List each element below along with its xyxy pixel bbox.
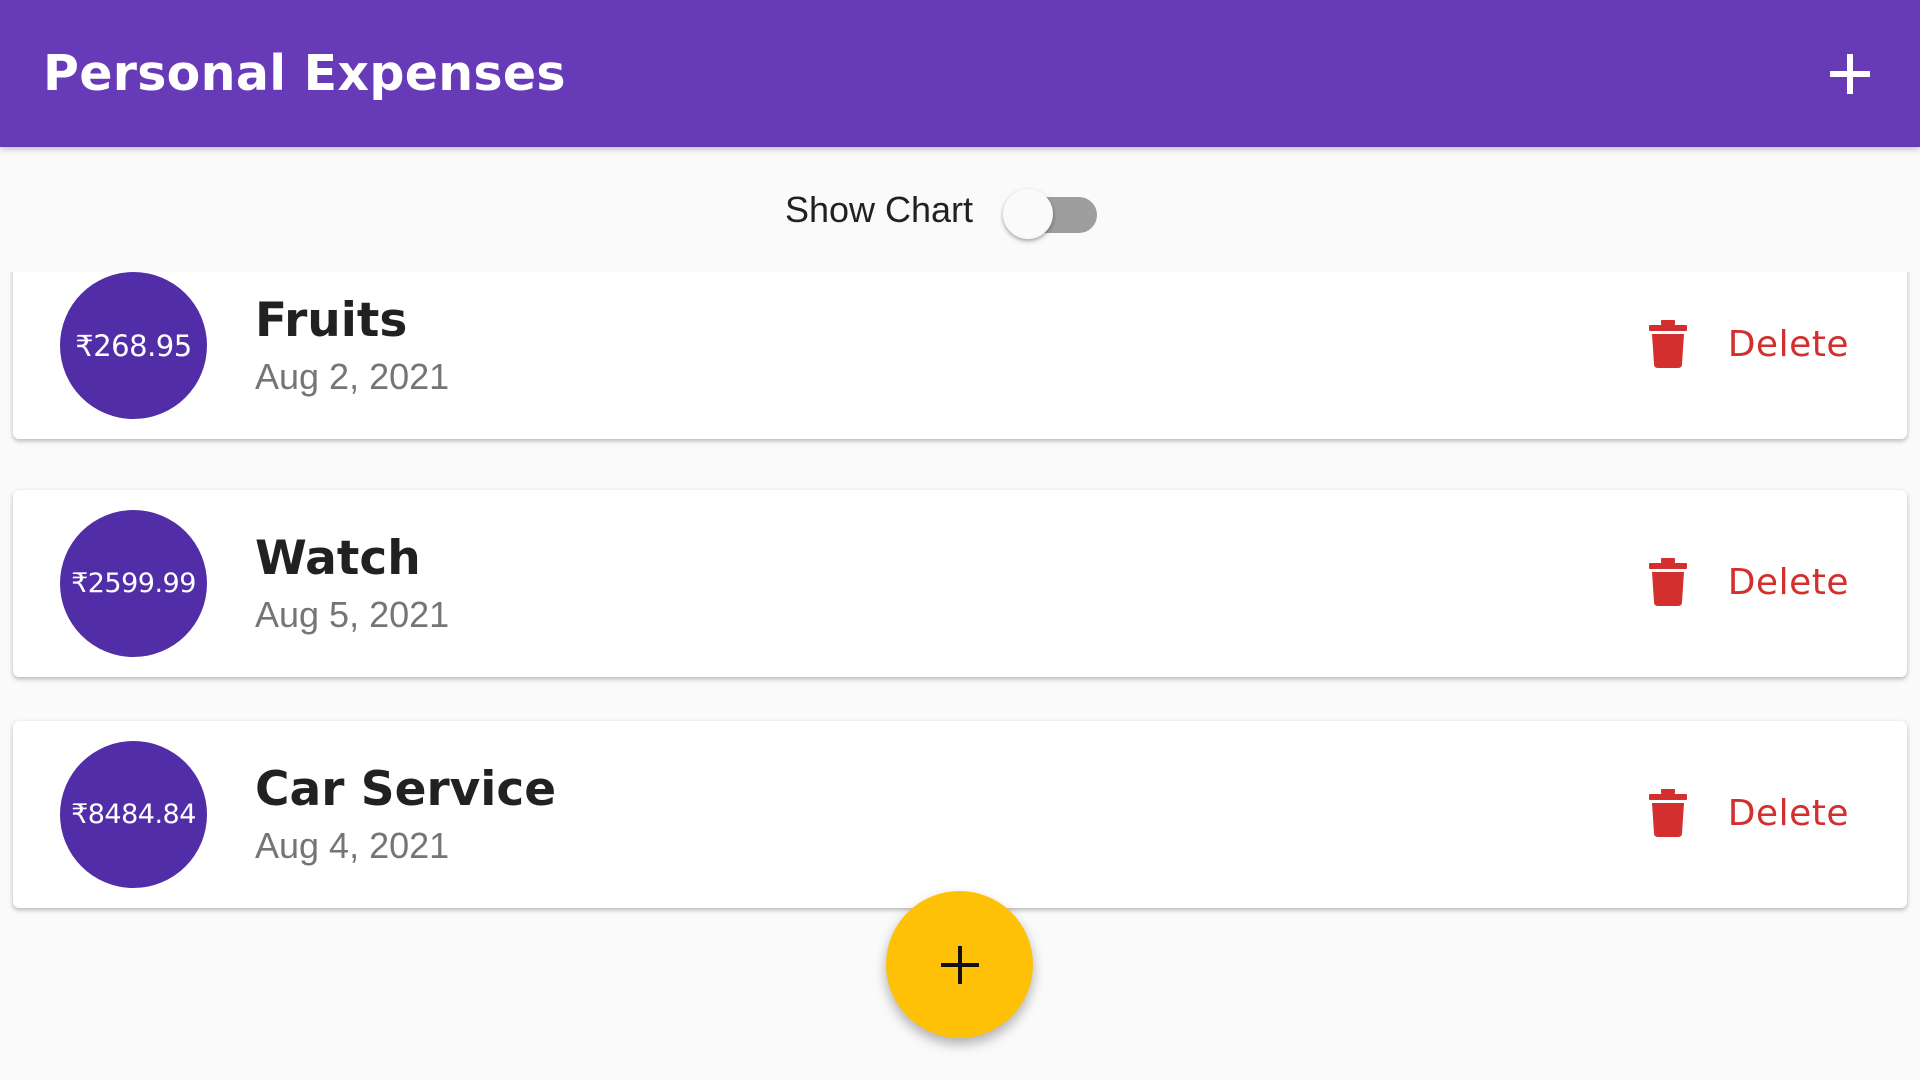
amount-avatar: ₹2599.99 <box>60 510 207 657</box>
plus-icon <box>940 945 979 984</box>
delete-label: Delete <box>1727 323 1849 365</box>
show-chart-switch[interactable] <box>1003 180 1099 240</box>
transaction-title: Fruits <box>255 293 408 348</box>
trash-icon <box>1646 556 1690 608</box>
transaction-card: ₹268.95 Fruits Aug 2, 2021 Delete <box>13 272 1907 439</box>
page-title: Personal Expenses <box>43 45 566 102</box>
transaction-card: ₹2599.99 Watch Aug 5, 2021 Delete <box>13 490 1907 677</box>
delete-button[interactable]: Delete <box>1646 773 1849 853</box>
fab-add-button[interactable] <box>886 891 1033 1038</box>
transaction-date: Aug 4, 2021 <box>255 825 450 866</box>
chart-toggle-row: Show Chart <box>0 147 1920 272</box>
delete-label: Delete <box>1727 792 1849 834</box>
show-chart-label: Show Chart <box>784 188 974 230</box>
add-transaction-button[interactable] <box>1820 44 1880 104</box>
trash-icon <box>1646 318 1690 370</box>
transaction-title: Car Service <box>255 762 557 817</box>
switch-thumb <box>1003 188 1054 239</box>
delete-button[interactable]: Delete <box>1646 304 1849 384</box>
transaction-title: Watch <box>255 531 421 586</box>
amount-avatar: ₹8484.84 <box>60 741 207 888</box>
app-bar: Personal Expenses <box>0 0 1920 147</box>
transaction-card: ₹8484.84 Car Service Aug 4, 2021 Delete <box>13 721 1907 908</box>
delete-button[interactable]: Delete <box>1646 542 1849 622</box>
amount-avatar: ₹268.95 <box>60 272 207 419</box>
transaction-date: Aug 2, 2021 <box>255 356 450 397</box>
trash-icon <box>1646 787 1690 839</box>
transaction-date: Aug 5, 2021 <box>255 594 450 635</box>
plus-icon <box>1830 54 1870 94</box>
delete-label: Delete <box>1727 561 1849 603</box>
transaction-list[interactable]: ₹268.95 Fruits Aug 2, 2021 Delete ₹2599.… <box>0 272 1920 924</box>
